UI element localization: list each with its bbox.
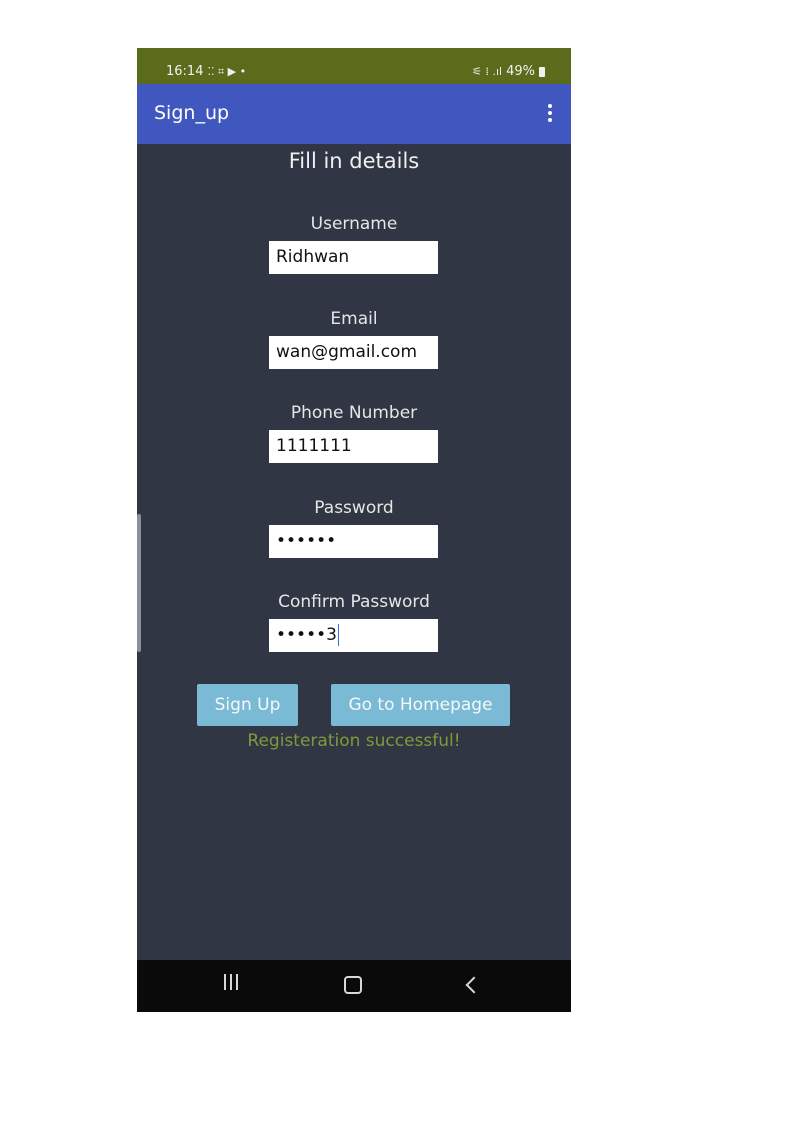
sign-up-button[interactable]: Sign Up [197, 684, 298, 726]
notification-icons: ⁚⁚ ⌗ ▶ • [207, 64, 247, 78]
status-bar: 16:14 ⁚⁚ ⌗ ▶ • ⚟ ⁞ .ıl 49% [137, 48, 571, 84]
email-field[interactable]: wan@gmail.com [269, 336, 438, 369]
more-vert-icon[interactable] [543, 104, 557, 124]
text-cursor [337, 624, 339, 646]
username-label: Username [310, 214, 398, 234]
nav-bar [137, 960, 571, 1012]
recents-icon[interactable] [223, 974, 239, 992]
phone-field[interactable]: 1111111 [269, 430, 438, 463]
status-message: Registeration successful! [247, 731, 461, 751]
username-field[interactable]: Ridhwan [269, 241, 438, 274]
app-bar: Sign_up [137, 84, 571, 144]
form-heading: Fill in details [288, 149, 420, 173]
password-label: Password [314, 498, 394, 518]
battery-icon [539, 66, 545, 77]
email-label: Email [330, 309, 378, 329]
app-title: Sign_up [154, 102, 230, 124]
status-left: 16:14 ⁚⁚ ⌗ ▶ • [166, 64, 246, 79]
phone-screen: 16:14 ⁚⁚ ⌗ ▶ • ⚟ ⁞ .ıl 49% Sign_up Fill … [137, 48, 571, 1012]
signup-form: Fill in details Username Ridhwan Email w… [137, 144, 571, 960]
signal-icons: ⚟ ⁞ .ıl [472, 65, 503, 78]
back-icon[interactable] [465, 976, 483, 994]
confirm-password-value: •••••3 [276, 625, 337, 645]
side-panel-handle[interactable] [137, 514, 141, 652]
battery-level: 49% [506, 64, 535, 79]
status-time: 16:14 [166, 64, 204, 79]
confirm-password-field[interactable]: •••••3 [269, 619, 438, 652]
password-field[interactable]: •••••• [269, 525, 438, 558]
phone-label: Phone Number [290, 403, 418, 423]
home-icon[interactable] [344, 976, 362, 994]
status-right: ⚟ ⁞ .ıl 49% [472, 64, 545, 79]
go-to-homepage-button[interactable]: Go to Homepage [331, 684, 510, 726]
confirm-password-label: Confirm Password [278, 592, 430, 612]
